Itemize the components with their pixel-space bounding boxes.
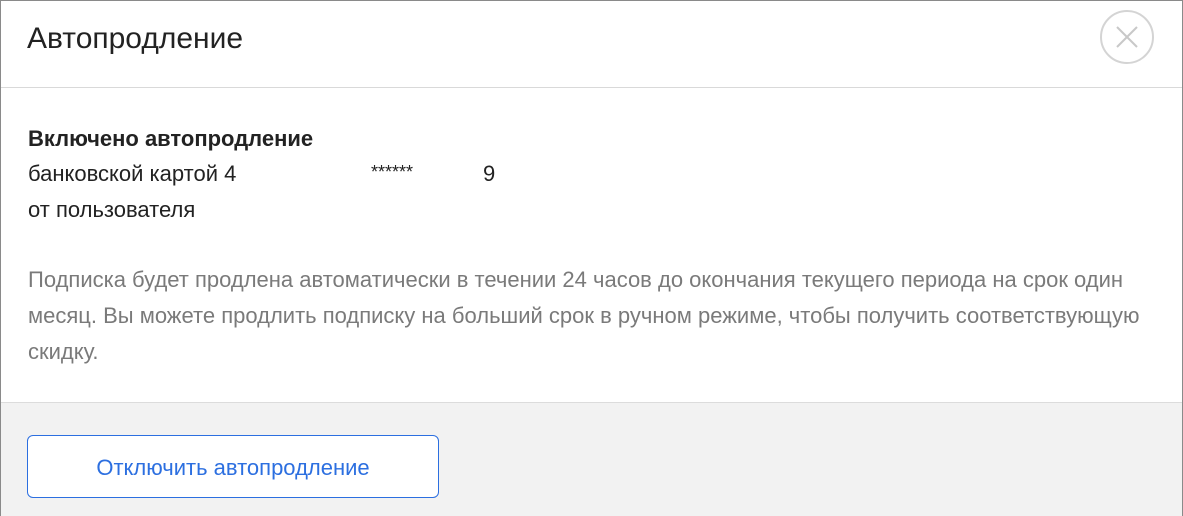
dialog-header: Автопродление [1, 1, 1182, 88]
dialog-title: Автопродление [27, 22, 244, 55]
card-mask: ****** [371, 162, 414, 182]
disable-autorenew-button[interactable]: Отключить автопродление [27, 435, 439, 498]
card-prefix: банковской картой 4 [28, 161, 237, 186]
close-button[interactable] [1100, 10, 1154, 64]
user-line: от пользователя [28, 197, 196, 222]
description-text: Подписка будет продлена автоматически в … [28, 267, 1140, 364]
card-last-digit: 9 [483, 161, 496, 186]
dialog-footer: Отключить автопродление [1, 402, 1182, 516]
dialog-body: Включено автопродление банковской картой… [1, 88, 1182, 403]
autorenew-dialog: Автопродление Включено автопродление бан… [0, 0, 1183, 516]
close-icon [1116, 26, 1138, 48]
card-line: банковской картой 4 ****** 9 [28, 161, 495, 187]
status-title: Включено автопродление [28, 126, 314, 151]
